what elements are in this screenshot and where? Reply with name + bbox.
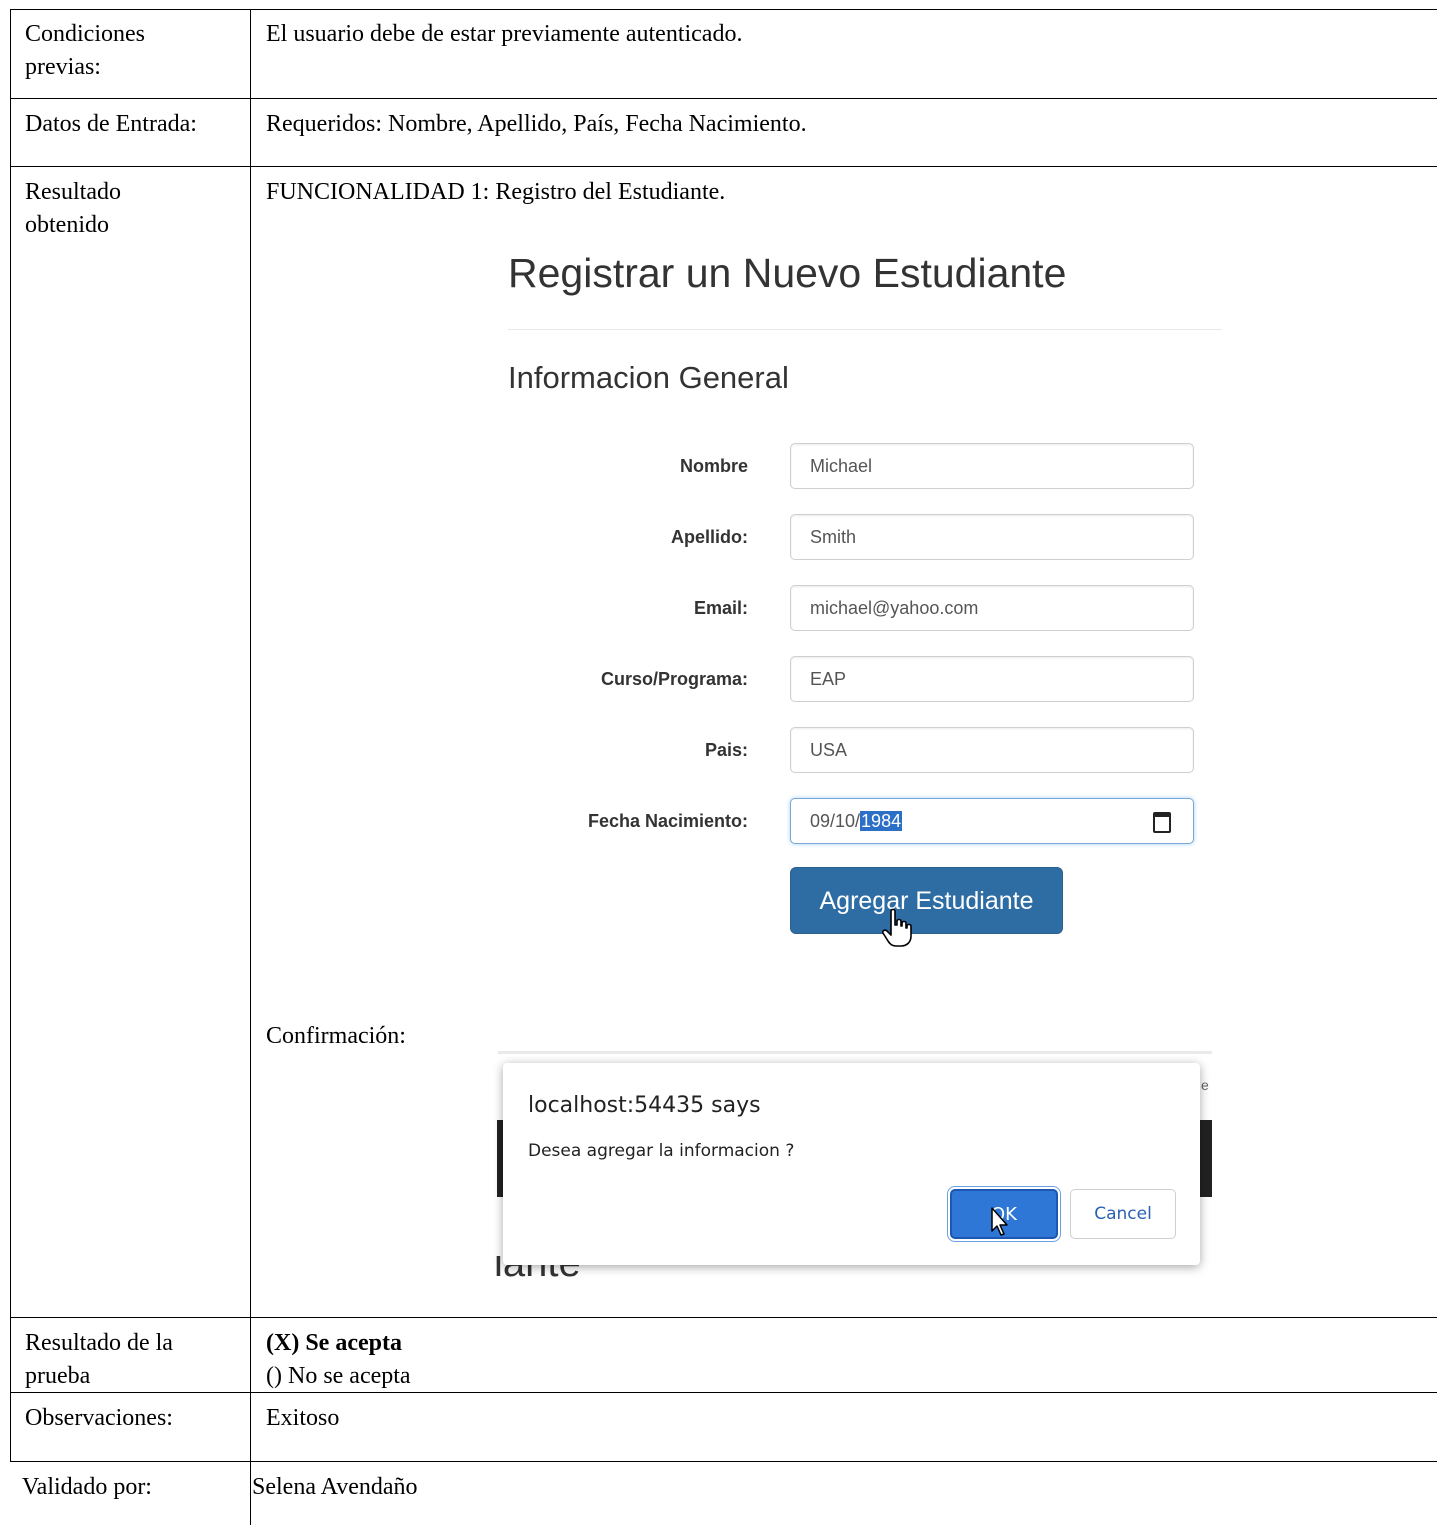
entrada-label: Datos de Entrada:: [25, 111, 197, 137]
row-divider-3: [10, 1317, 1437, 1318]
form-divider: [508, 329, 1222, 330]
hand-pointer-cursor-icon: [882, 908, 912, 947]
email-label: Email:: [693, 598, 748, 618]
apellido-label: Apellido:: [671, 527, 748, 547]
form-title: Registrar un Nuevo Estudiante: [508, 250, 1067, 296]
nombre-label: Nombre: [679, 456, 748, 476]
fecha-value: 09/10/1984: [810, 811, 903, 832]
dialog-background-edge: [498, 1051, 1212, 1054]
fecha-value-prefix: 09/10/: [810, 811, 861, 831]
form-subtitle: Informacion General: [508, 360, 789, 395]
dialog-background-partial-char: e: [1201, 1077, 1209, 1093]
row-divider-2: [10, 166, 1437, 167]
fecha-input[interactable]: 09/10/1984: [790, 798, 1194, 844]
apellido-value: Smith: [810, 527, 857, 547]
dialog-message: Desea agregar la informacion ?: [528, 1141, 795, 1161]
confirm-dialog: localhost:54435 says Desea agregar la in…: [503, 1063, 1200, 1265]
no-se-acepta: () No se acepta: [266, 1363, 411, 1389]
apellido-input[interactable]: Smith: [790, 514, 1194, 560]
arrow-cursor-icon: [991, 1207, 1008, 1236]
email-input[interactable]: michael@yahoo.com: [790, 585, 1194, 631]
dialog-background-dark-right: [1200, 1120, 1212, 1197]
confirmacion-label: Confirmación:: [266, 1023, 406, 1049]
row-divider-4: [10, 1392, 1437, 1393]
resultado-prueba-value: (X) Se acepta () No se acepta: [266, 1327, 411, 1393]
se-acepta: (X) Se acepta: [266, 1330, 402, 1356]
validado-label: Validado por:: [22, 1474, 152, 1500]
observaciones-label: Observaciones:: [25, 1405, 173, 1431]
precondiciones-value: El usuario debe de estar previamente aut…: [266, 21, 743, 47]
agregar-estudiante-button[interactable]: Agregar Estudiante: [790, 867, 1063, 934]
pais-input[interactable]: USA: [790, 727, 1194, 773]
nombre-input[interactable]: Michael: [790, 443, 1194, 489]
curso-value: EAP: [810, 669, 847, 689]
curso-label: Curso/Programa:: [600, 669, 748, 689]
cancel-button[interactable]: Cancel: [1070, 1189, 1176, 1239]
entrada-value: Requeridos: Nombre, Apellido, País, Fech…: [266, 111, 807, 137]
validado-value: Selena Avendaño: [252, 1474, 418, 1500]
precondiciones-label: Condiciones previas:: [25, 21, 145, 80]
pais-label: Pais:: [704, 740, 748, 760]
fecha-label: Fecha Nacimiento:: [587, 811, 748, 831]
column-divider: [250, 9, 251, 1525]
email-value: michael@yahoo.com: [810, 598, 979, 618]
funcionalidad-heading: FUNCIONALIDAD 1: Registro del Estudiante…: [266, 179, 726, 205]
table-border-top: [10, 9, 1437, 10]
nombre-value: Michael: [810, 456, 873, 476]
calendar-icon[interactable]: [1153, 812, 1171, 833]
pais-value: USA: [810, 740, 848, 760]
row-divider-1: [10, 98, 1437, 99]
resultado-prueba-label: Resultado de la prueba: [25, 1330, 173, 1389]
observaciones-value: Exitoso: [266, 1405, 340, 1431]
fecha-value-selected: 1984: [860, 811, 903, 831]
table-border-left: [10, 9, 11, 1461]
curso-input[interactable]: EAP: [790, 656, 1194, 702]
resultado-obtenido-label: Resultado obtenido: [25, 179, 121, 238]
row-divider-5: [10, 1461, 1437, 1462]
dialog-title: localhost:54435 says: [528, 1093, 761, 1118]
